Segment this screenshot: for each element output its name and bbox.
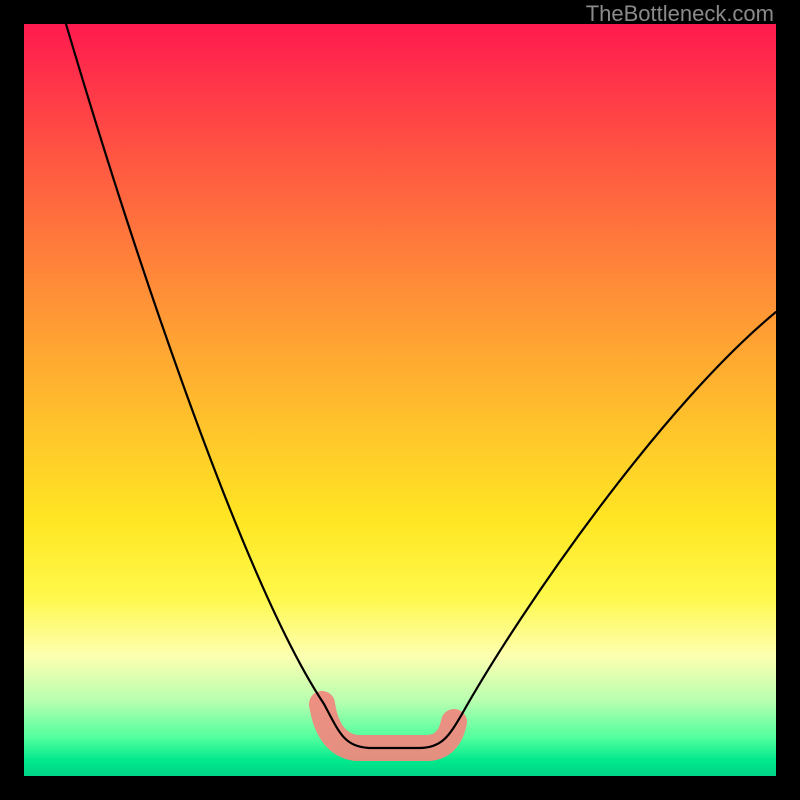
bottleneck-curve xyxy=(66,24,776,748)
optimal-region-highlight xyxy=(322,704,454,748)
curve-layer xyxy=(24,24,776,776)
plot-area xyxy=(24,24,776,776)
watermark-text: TheBottleneck.com xyxy=(586,1,774,27)
chart-frame: TheBottleneck.com xyxy=(0,0,800,800)
